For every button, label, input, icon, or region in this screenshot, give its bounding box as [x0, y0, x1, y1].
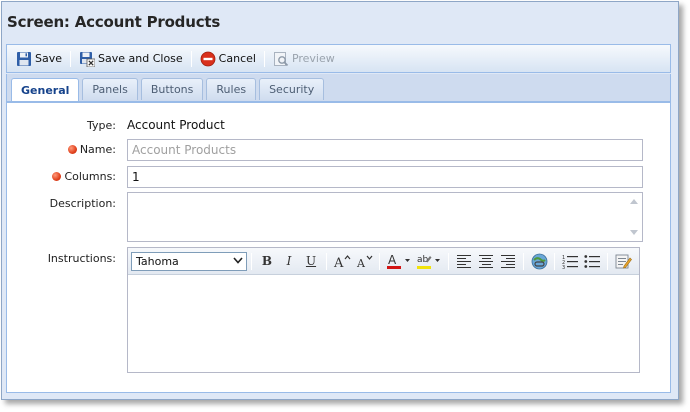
bullet-list-button[interactable]: [582, 251, 602, 271]
save-label: Save: [35, 52, 63, 65]
source-edit-button[interactable]: [613, 251, 633, 271]
screen-window: Screen: Account Products Save Save and C…: [1, 1, 679, 400]
editor-separator: [607, 252, 608, 270]
editor-toolbar: Tahoma B I U A A A ab 1 2 3: [128, 248, 639, 275]
link-icon: [531, 253, 547, 269]
required-icon: [52, 172, 62, 181]
editor-separator: [326, 252, 327, 270]
numbered-list-icon: 1 2 3: [562, 255, 578, 269]
svg-text:A: A: [333, 256, 344, 269]
chevron-down-icon: [233, 256, 243, 267]
window-title: Screen: Account Products: [7, 13, 221, 31]
align-left-icon: [457, 254, 471, 268]
svg-text:A: A: [388, 253, 397, 267]
svg-text:ab: ab: [417, 255, 429, 265]
editor-separator: [379, 252, 380, 270]
description-textarea[interactable]: [127, 192, 643, 242]
required-icon: [67, 145, 77, 154]
preview-button[interactable]: Preview: [270, 49, 338, 69]
toolbar-separator: [190, 50, 192, 67]
bullet-list-icon: [584, 254, 600, 268]
align-right-icon: [501, 254, 515, 268]
preview-label: Preview: [291, 52, 335, 65]
type-label: Type:: [87, 119, 116, 132]
insert-link-button[interactable]: [529, 251, 549, 271]
editor-separator: [554, 252, 555, 270]
cancel-label: Cancel: [218, 52, 256, 65]
italic-button[interactable]: I: [279, 251, 299, 271]
align-left-button[interactable]: [454, 251, 474, 271]
general-panel: Type: Account Product Name: Columns: Des…: [6, 101, 671, 393]
tab-security[interactable]: Security: [259, 78, 325, 100]
decrease-font-icon: A: [356, 255, 373, 269]
columns-input[interactable]: [127, 166, 643, 188]
font-color-icon: A: [387, 253, 410, 269]
instructions-label: Instructions:: [47, 252, 116, 265]
name-input[interactable]: [127, 139, 643, 161]
decrease-font-size-button[interactable]: A: [354, 251, 374, 271]
svg-text:A: A: [356, 257, 366, 269]
editor-separator: [251, 252, 252, 270]
name-label: Name:: [79, 143, 116, 156]
align-right-button[interactable]: [498, 251, 518, 271]
type-value: Account Product: [127, 118, 225, 132]
tab-strip: General Panels Buttons Rules Security: [6, 74, 671, 102]
font-family-select[interactable]: Tahoma: [131, 251, 247, 271]
tab-rules[interactable]: Rules: [206, 78, 257, 100]
underline-button[interactable]: U: [301, 251, 321, 271]
editor-separator: [448, 252, 449, 270]
font-family-value: Tahoma: [136, 254, 179, 268]
editor-separator: [523, 252, 524, 270]
preview-icon: [273, 51, 289, 67]
save-and-close-label: Save and Close: [98, 52, 183, 65]
floppy-disk-icon: [16, 51, 32, 67]
toolbar-separator: [70, 50, 72, 67]
align-center-button[interactable]: [476, 251, 496, 271]
highlight-icon: ab: [417, 255, 440, 269]
save-close-icon: [79, 51, 96, 67]
scroll-down-icon: [630, 230, 638, 235]
main-toolbar: Save Save and Close Cancel Preview: [6, 44, 671, 73]
textarea-scrollbar[interactable]: [627, 193, 641, 241]
source-edit-icon: [615, 254, 632, 268]
name-label-wrap: Name:: [7, 143, 116, 156]
description-label: Description:: [49, 197, 116, 210]
columns-label-wrap: Columns:: [7, 170, 116, 183]
increase-font-icon: A: [333, 255, 351, 269]
numbered-list-button[interactable]: 1 2 3: [560, 251, 580, 271]
tab-panels[interactable]: Panels: [82, 78, 138, 100]
columns-label: Columns:: [64, 170, 116, 183]
svg-text:3: 3: [562, 265, 565, 269]
highlight-color-button[interactable]: ab: [415, 251, 443, 271]
align-center-icon: [479, 254, 493, 268]
save-and-close-button[interactable]: Save and Close: [76, 49, 186, 69]
toolbar-separator: [263, 50, 265, 67]
bold-button[interactable]: B: [257, 251, 277, 271]
font-color-button[interactable]: A: [385, 251, 413, 271]
cancel-icon: [200, 51, 216, 67]
scroll-up-icon: [630, 199, 638, 204]
tab-general[interactable]: General: [11, 78, 80, 102]
cancel-button[interactable]: Cancel: [197, 49, 259, 69]
editor-content-area[interactable]: [128, 275, 639, 371]
save-button[interactable]: Save: [13, 49, 65, 69]
increase-font-size-button[interactable]: A: [332, 251, 352, 271]
tab-buttons[interactable]: Buttons: [140, 78, 204, 100]
instructions-editor: Tahoma B I U A A A ab 1 2 3: [127, 247, 640, 373]
